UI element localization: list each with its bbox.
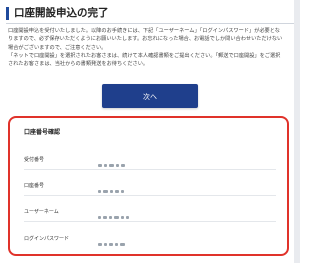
account-confirmation-panel: 口座番号確認 受付番号 口座番号 ユーザーネーム ログインパスワード — [8, 116, 289, 256]
page-edge — [294, 0, 300, 263]
login-password-value-masked — [98, 234, 127, 246]
title-divider — [6, 23, 294, 24]
page: 口座開設申込の完了 口座開設申込を受付いたしました。以降のお手続きには、下記「ユ… — [0, 0, 300, 263]
account-number-value-masked — [98, 181, 126, 193]
receipt-number-label: 受付番号 — [24, 157, 45, 163]
message-line: 「ネットで口座開設」を選択されたお客さまは、続けて本人確認書類をご提出ください。… — [8, 52, 281, 59]
page-header: 口座開設申込の完了 — [6, 6, 294, 22]
message-line: りますので、必ず保存いただくようにお願いいたします。お忘れになった場合、お電話で… — [8, 36, 283, 43]
next-button[interactable]: 次へ — [102, 84, 198, 108]
confirmation-title: 口座番号確認 — [24, 129, 61, 136]
field-divider — [24, 169, 276, 170]
field-divider — [24, 195, 276, 196]
page-title: 口座開設申込の完了 — [14, 7, 109, 19]
username-value-masked — [98, 207, 131, 219]
username-label: ユーザーネーム — [24, 209, 59, 215]
completion-message: 口座開設申込を受付いたしました。以降のお手続きには、下記「ユーザーネーム」「ログ… — [8, 27, 294, 68]
message-line: 場合がございますので、ご注意ください。 — [8, 44, 107, 51]
message-line: されたお客さまは、当社からの書類発送をお待ちください。 — [8, 61, 149, 68]
message-line: 口座開設申込を受付いたしました。以降のお手続きには、下記「ユーザーネーム」「ログ… — [8, 28, 280, 34]
account-number-label: 口座番号 — [24, 183, 45, 189]
receipt-number-value-masked — [98, 155, 127, 167]
field-divider — [24, 221, 276, 222]
title-accent-bar — [6, 7, 9, 20]
login-password-label: ログインパスワード — [24, 236, 70, 242]
